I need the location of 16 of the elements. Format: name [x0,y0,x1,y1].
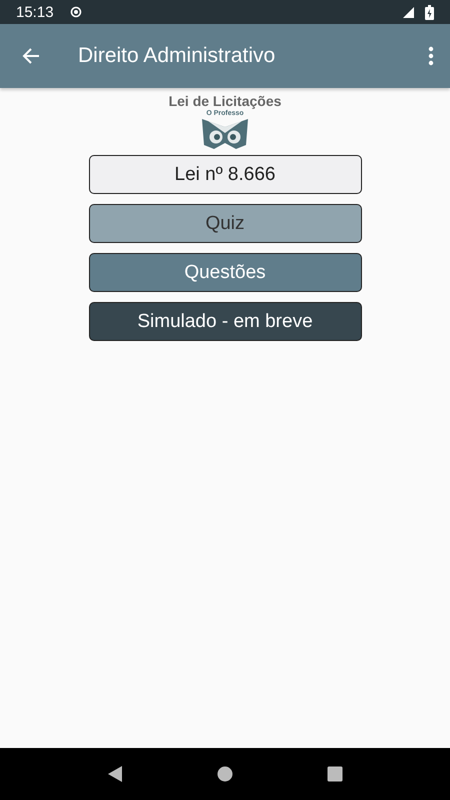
menu-button[interactable]: Quiz [88,204,362,243]
menu-button[interactable]: Simulado - em breve [88,302,362,341]
app-bar-title: Direito Administrativo [78,44,276,68]
owl-logo-icon [200,117,250,149]
recents-nav-icon[interactable] [327,766,343,782]
home-nav-icon[interactable] [217,766,233,782]
signal-icon [403,6,415,18]
record-icon [70,6,82,18]
back-arrow-icon[interactable] [22,47,40,65]
menu-button[interactable]: Lei nº 8.666 [88,155,362,194]
clock-time: 15:13 [16,4,54,20]
more-menu-icon[interactable] [428,46,434,66]
back-nav-icon[interactable] [107,765,123,783]
menu-button[interactable]: Questões [88,253,362,292]
section-heading: Lei de Licitações [168,93,282,109]
battery-icon [425,4,434,20]
